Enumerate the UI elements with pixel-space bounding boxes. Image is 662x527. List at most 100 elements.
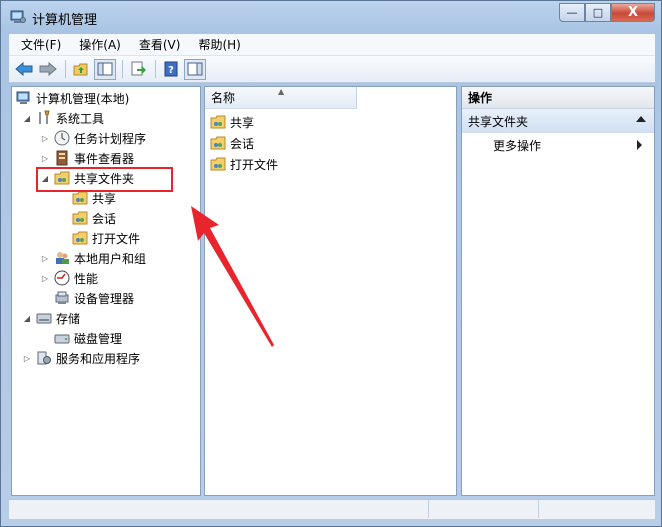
tree-label: 会话 (92, 211, 117, 226)
shared-folder-icon (210, 115, 226, 129)
collapse-icon[interactable]: ◢ (40, 173, 50, 183)
list-item-label: 共享 (230, 115, 255, 130)
tree-item-task-scheduler[interactable]: ▷ 任务计划程序 (40, 129, 146, 147)
tree-item-services-applications[interactable]: ▷ 服务和应用程序 (22, 349, 140, 367)
column-header-label: 名称 (211, 91, 236, 105)
maximize-button[interactable]: □ (585, 3, 611, 22)
column-header-name[interactable]: ▲ 名称 (205, 87, 357, 109)
computer-management-icon (16, 91, 30, 104)
details-list-pane[interactable]: ▲ 名称 共享 会话 打开文件 (204, 86, 457, 496)
tree-item-performance[interactable]: ▷ 性能 (40, 269, 98, 287)
export-list-button[interactable] (127, 59, 149, 80)
up-folder-icon (73, 63, 88, 76)
tree-label: 本地用户和组 (74, 251, 147, 266)
tree-item-sessions[interactable]: 会话 (72, 209, 116, 227)
menu-bar: 文件(F) 操作(A) 查看(V) 帮助(H) (9, 34, 655, 56)
collapse-caret-icon[interactable] (636, 116, 646, 122)
toolbar-separator (155, 60, 156, 78)
computer-management-window: 计算机管理 — □ X 文件(F) 操作(A) 查看(V) 帮助(H) ? 计算… (0, 0, 662, 527)
tree-label: 打开文件 (92, 231, 141, 246)
help-icon: ? (164, 61, 178, 77)
show-hide-console-tree-button[interactable] (94, 58, 116, 80)
menu-file[interactable]: 文件(F) (9, 36, 67, 53)
tree-item-event-viewer[interactable]: ▷ 事件查看器 (40, 149, 134, 167)
forward-icon (39, 62, 57, 76)
shared-folder-icon (72, 211, 88, 225)
list-item[interactable]: 会话 (210, 134, 254, 152)
shared-folder-icon (72, 191, 88, 205)
tree-item-open-files[interactable]: 打开文件 (72, 229, 140, 247)
tree-label: 任务计划程序 (74, 131, 147, 146)
tree-item-disk-management[interactable]: 磁盘管理 (54, 329, 122, 347)
tree-label: 系统工具 (56, 111, 105, 126)
performance-icon (54, 270, 70, 286)
back-button[interactable] (13, 59, 35, 80)
expand-icon[interactable]: ▷ (22, 353, 32, 363)
menu-action[interactable]: 操作(A) (67, 36, 127, 53)
title-bar[interactable]: 计算机管理 — □ X (1, 1, 661, 33)
close-button[interactable]: X (611, 3, 655, 22)
minimize-button[interactable]: — (559, 3, 585, 22)
shared-folder-icon (54, 171, 70, 185)
list-item-label: 打开文件 (230, 157, 279, 172)
close-icon: X (627, 5, 639, 20)
list-item[interactable]: 共享 (210, 113, 254, 131)
expand-icon[interactable]: ▷ (40, 273, 50, 283)
tree-item-device-manager[interactable]: 设备管理器 (54, 289, 134, 307)
expand-icon[interactable]: ▷ (40, 153, 50, 163)
tree-item-system-tools[interactable]: ◢ 系统工具 (22, 109, 104, 127)
expand-icon[interactable]: ▷ (40, 133, 50, 143)
toolbar-separator (65, 60, 66, 78)
storage-icon (36, 313, 52, 324)
export-list-icon (131, 61, 146, 76)
tree-item-storage[interactable]: ◢ 存储 (22, 309, 80, 327)
tree-item-local-users-groups[interactable]: ▷ 本地用户和组 (40, 249, 146, 267)
collapse-icon[interactable]: ◢ (22, 113, 32, 123)
tree-label: 存储 (56, 311, 81, 326)
status-cell (9, 500, 429, 518)
tree-item-computer-management[interactable]: 计算机管理(本地) (16, 89, 129, 107)
shared-folder-icon (210, 136, 226, 150)
toolbar-separator (122, 60, 123, 78)
tree-label: 服务和应用程序 (56, 351, 141, 366)
submenu-arrow-icon (637, 140, 642, 150)
status-cell (429, 500, 539, 518)
collapse-icon[interactable]: ◢ (22, 313, 32, 323)
expand-icon[interactable]: ▷ (40, 253, 50, 263)
menu-help[interactable]: 帮助(H) (186, 36, 246, 53)
event-viewer-icon (56, 150, 68, 166)
list-item-label: 会话 (230, 136, 255, 151)
status-cell (539, 500, 655, 518)
svg-text:?: ? (168, 65, 174, 76)
status-bar (9, 499, 655, 519)
tree-item-shares[interactable]: 共享 (72, 189, 116, 207)
sort-ascending-icon: ▲ (278, 87, 285, 96)
action-pane-icon (187, 62, 203, 76)
tree-item-shared-folders[interactable]: ◢ 共享文件夹 (40, 169, 134, 187)
actions-header: 操作 (462, 87, 654, 109)
actions-pane: 操作 共享文件夹 更多操作 (461, 86, 655, 496)
menu-view[interactable]: 查看(V) (127, 36, 187, 53)
help-button[interactable]: ? (160, 59, 182, 80)
tools-icon (39, 110, 50, 124)
clock-icon (54, 130, 70, 146)
tree-label: 共享文件夹 (74, 171, 135, 186)
services-icon (37, 351, 51, 365)
window-title: 计算机管理 (32, 13, 98, 28)
up-one-level-button[interactable] (70, 59, 92, 80)
minimize-icon: — (566, 6, 578, 19)
shared-folder-icon (210, 157, 226, 171)
more-actions-item[interactable]: 更多操作 (493, 137, 541, 154)
back-icon (15, 62, 33, 76)
tree-label: 设备管理器 (74, 291, 135, 306)
maximize-icon: □ (592, 6, 604, 19)
show-hide-action-pane-button[interactable] (184, 58, 206, 80)
forward-button[interactable] (37, 59, 59, 80)
toolbar: ? (9, 56, 655, 83)
disk-management-icon (54, 334, 70, 344)
console-tree-pane[interactable]: 计算机管理(本地) ◢ 系统工具 ▷ 任务计划程序 ▷ 事件查看器 ◢ 共享文件… (11, 86, 201, 496)
list-item[interactable]: 打开文件 (210, 155, 278, 173)
tree-label: 共享 (92, 191, 117, 206)
actions-section-shared-folders[interactable]: 共享文件夹 (462, 109, 654, 133)
tree-label: 磁盘管理 (74, 331, 123, 346)
